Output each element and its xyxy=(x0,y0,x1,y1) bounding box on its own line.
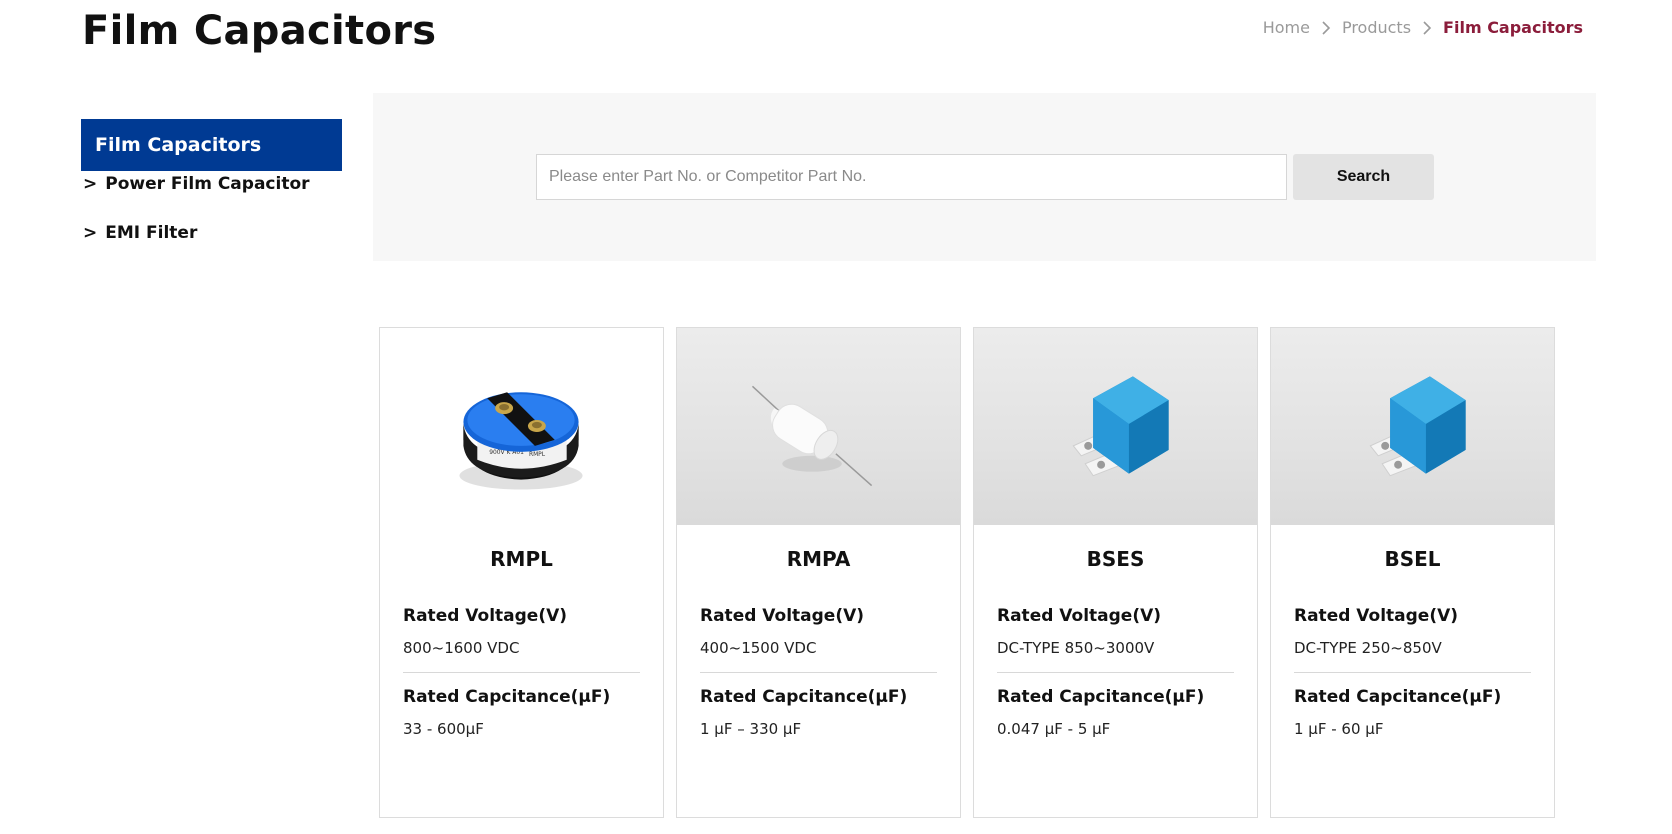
rated-voltage-label: Rated Voltage(V) xyxy=(700,606,865,626)
chevron-right-icon xyxy=(1322,20,1331,35)
box-blue-capacitor-icon xyxy=(1072,376,1169,477)
divider xyxy=(700,672,937,673)
divider xyxy=(997,672,1234,673)
product-list: 900V K A01 RMPL RMPL Rated Voltage(V) 80… xyxy=(379,327,1555,818)
product-name: RMPA xyxy=(786,547,851,571)
rated-voltage-label: Rated Voltage(V) xyxy=(997,606,1162,626)
chevron-prefix-icon: > xyxy=(83,174,98,194)
search-button[interactable]: Search xyxy=(1293,154,1434,200)
rated-voltage-label: Rated Voltage(V) xyxy=(1294,606,1459,626)
axial-white-capacitor-icon xyxy=(751,385,873,487)
divider xyxy=(403,672,640,673)
rated-voltage-value: DC-TYPE 850~3000V xyxy=(997,639,1155,657)
rated-capacitance-label: Rated Capcitance(μF) xyxy=(403,687,611,707)
product-card-bsel[interactable]: BSEL Rated Voltage(V) DC-TYPE 250~850V R… xyxy=(1270,327,1555,818)
search-input[interactable] xyxy=(536,154,1287,200)
breadcrumb-products[interactable]: Products xyxy=(1342,18,1411,37)
chevron-prefix-icon: > xyxy=(83,223,98,243)
rated-capacitance-label: Rated Capcitance(μF) xyxy=(700,687,908,707)
rated-capacitance-value: 0.047 μF - 5 μF xyxy=(997,720,1111,738)
search-panel: Search xyxy=(373,93,1596,261)
rated-voltage-value: DC-TYPE 250~850V xyxy=(1294,639,1442,657)
breadcrumb-home[interactable]: Home xyxy=(1263,18,1310,37)
product-name: BSEL xyxy=(1384,547,1441,571)
breadcrumb: Home Products Film Capacitors xyxy=(1263,18,1583,37)
product-name: RMPL xyxy=(490,547,553,571)
rated-capacitance-value: 33 - 600μF xyxy=(403,720,484,738)
sidebar-item-power-film-capacitor[interactable]: > Power Film Capacitor xyxy=(81,171,342,197)
sidebar-heading-film-capacitors[interactable]: Film Capacitors xyxy=(81,119,342,171)
divider xyxy=(1294,672,1531,673)
product-card-bses[interactable]: BSES Rated Voltage(V) DC-TYPE 850~3000V … xyxy=(973,327,1258,818)
breadcrumb-current: Film Capacitors xyxy=(1443,18,1583,37)
product-card-rmpa[interactable]: RMPA Rated Voltage(V) 400~1500 VDC Rated… xyxy=(676,327,961,818)
rated-capacitance-value: 1 μF – 330 μF xyxy=(700,720,802,738)
rated-capacitance-label: Rated Capcitance(μF) xyxy=(997,687,1205,707)
product-card-rmpl[interactable]: 900V K A01 RMPL RMPL Rated Voltage(V) 80… xyxy=(379,327,664,818)
product-name: BSES xyxy=(1086,547,1145,571)
product-image[interactable] xyxy=(974,328,1257,525)
rated-voltage-label: Rated Voltage(V) xyxy=(403,606,568,626)
rated-capacitance-value: 1 μF - 60 μF xyxy=(1294,720,1384,738)
rated-capacitance-label: Rated Capcitance(μF) xyxy=(1294,687,1502,707)
sidebar-item-label: EMI Filter xyxy=(105,223,198,243)
chevron-right-icon xyxy=(1423,20,1432,35)
product-image[interactable] xyxy=(1271,328,1554,525)
sidebar-item-emi-filter[interactable]: > EMI Filter xyxy=(81,220,342,246)
product-image[interactable] xyxy=(677,328,960,525)
product-image[interactable]: 900V K A01 RMPL xyxy=(380,328,663,525)
sidebar: Film Capacitors > Power Film Capacitor >… xyxy=(81,119,342,246)
rated-voltage-value: 400~1500 VDC xyxy=(700,639,817,657)
svg-text:RMPL: RMPL xyxy=(529,451,546,458)
box-blue-capacitor-icon xyxy=(1369,376,1466,477)
sidebar-item-label: Power Film Capacitor xyxy=(105,174,310,194)
page-title: Film Capacitors xyxy=(82,8,437,54)
rated-voltage-value: 800~1600 VDC xyxy=(403,639,520,657)
round-blue-capacitor-icon: 900V K A01 RMPL xyxy=(459,392,583,490)
